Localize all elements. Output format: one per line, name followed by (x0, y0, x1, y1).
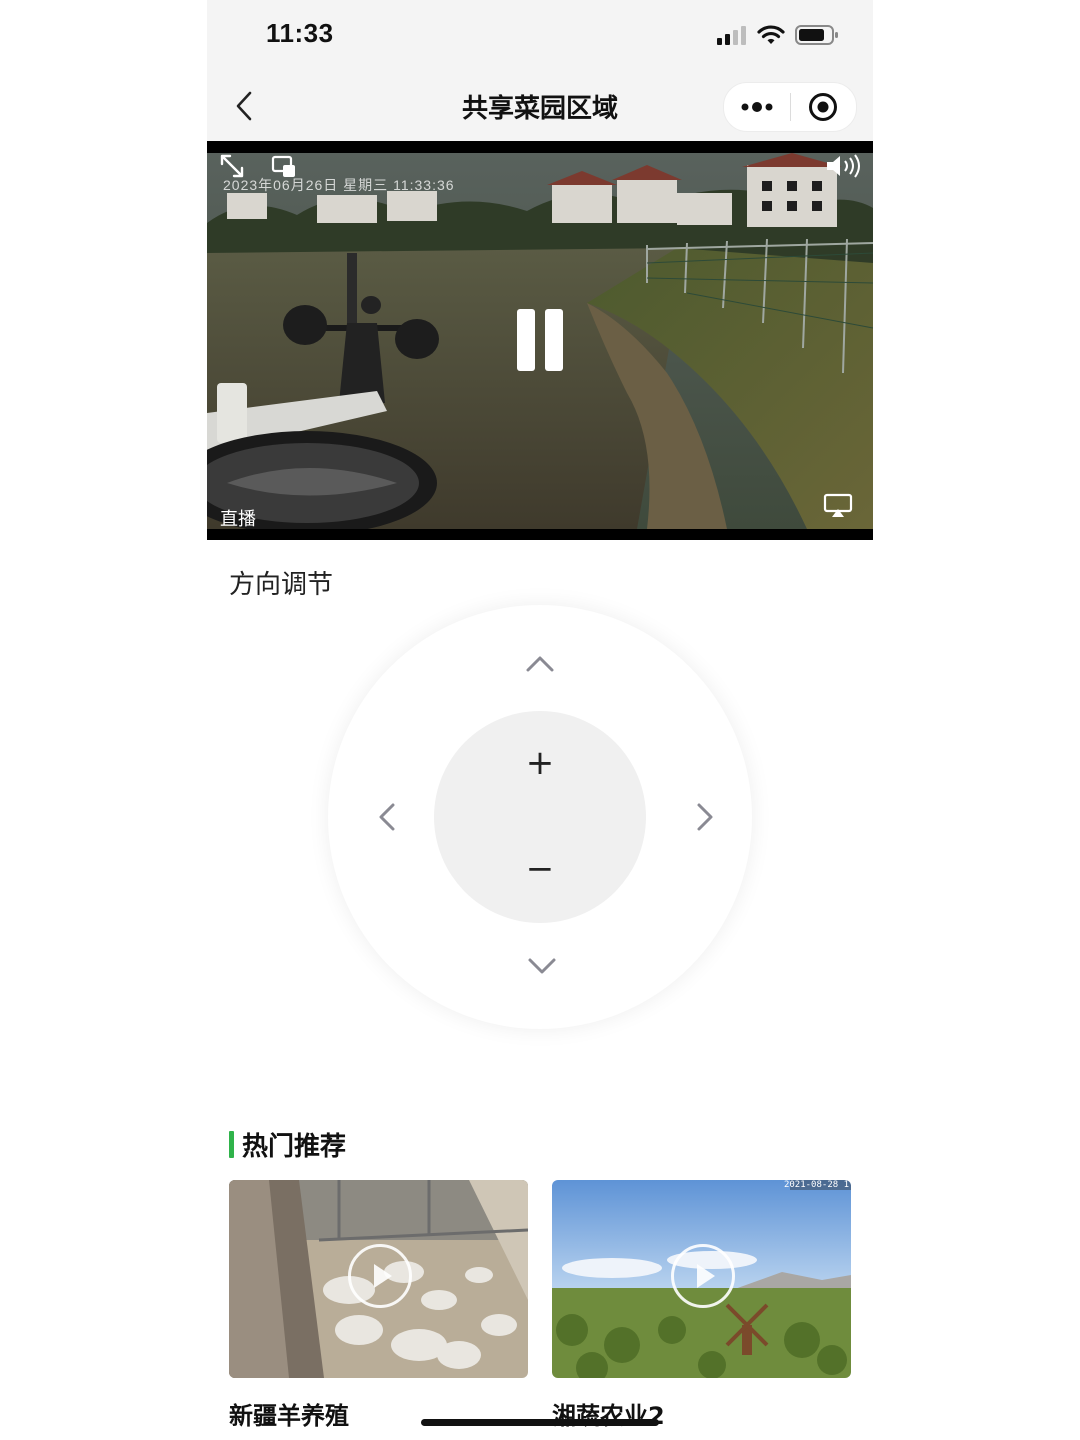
card-overlay-timestamp: 2021-08-28 1 (783, 1180, 849, 1190)
volume-icon[interactable] (825, 153, 861, 179)
status-time: 11:33 (266, 18, 334, 48)
pause-bar-right (545, 309, 563, 371)
section-accent-bar (229, 1131, 234, 1158)
pan-right-button[interactable] (690, 797, 720, 837)
more-button[interactable] (724, 83, 790, 131)
app-screen: 11:33 共享菜园区域 2023年06月26日 星期三 11:33:36 直播… (207, 0, 873, 1440)
chevron-left-icon (236, 91, 252, 121)
arrow-down-icon (528, 958, 556, 974)
signal-icon (717, 26, 746, 45)
pan-down-button[interactable] (522, 951, 562, 981)
pause-button[interactable] (515, 309, 565, 373)
zoom-in-button[interactable]: + (510, 739, 570, 787)
play-icon (671, 1244, 735, 1308)
zoom-out-button[interactable]: − (510, 845, 570, 893)
live-video-player[interactable]: 2023年06月26日 星期三 11:33:36 直播 (207, 141, 873, 540)
status-icons (717, 24, 839, 46)
close-program-button[interactable] (791, 83, 857, 131)
arrow-right-icon (697, 803, 713, 831)
more-dots-icon (741, 102, 773, 112)
back-button[interactable] (229, 88, 259, 124)
pan-up-button[interactable] (520, 649, 560, 679)
pause-bar-left (517, 309, 535, 371)
hot-section-title: 热门推荐 (242, 1132, 347, 1162)
card-thumbnail: 2021-08-28 1 (552, 1180, 851, 1378)
arrow-left-icon (379, 803, 395, 831)
target-circle-icon (809, 93, 838, 121)
zoom-in-label: + (525, 743, 555, 783)
pip-icon[interactable] (271, 155, 297, 179)
live-label: 直播 (220, 509, 256, 529)
recommend-card-sheep[interactable]: 新疆羊养殖 (229, 1180, 528, 1431)
wifi-icon (757, 25, 785, 44)
fullscreen-icon[interactable] (219, 153, 245, 179)
top-bar: 11:33 共享菜园区域 (207, 0, 873, 141)
video-timestamp: 2023年06月26日 星期三 11:33:36 (223, 177, 455, 193)
airplay-icon[interactable] (823, 493, 853, 519)
zoom-out-label: − (525, 849, 555, 889)
ptz-control-pad: + − (328, 605, 752, 1029)
battery-icon (795, 25, 838, 45)
play-icon (348, 1244, 412, 1308)
mini-program-capsule (723, 82, 857, 132)
direction-section-title: 方向调节 (229, 570, 334, 600)
home-indicator (421, 1419, 659, 1426)
pan-left-button[interactable] (372, 797, 402, 837)
recommend-card-vegetable[interactable]: 2021-08-28 1 湘蔬农业2 (552, 1180, 851, 1431)
zoom-control: + − (434, 711, 646, 923)
card-thumbnail (229, 1180, 528, 1378)
arrow-up-icon (526, 656, 554, 672)
